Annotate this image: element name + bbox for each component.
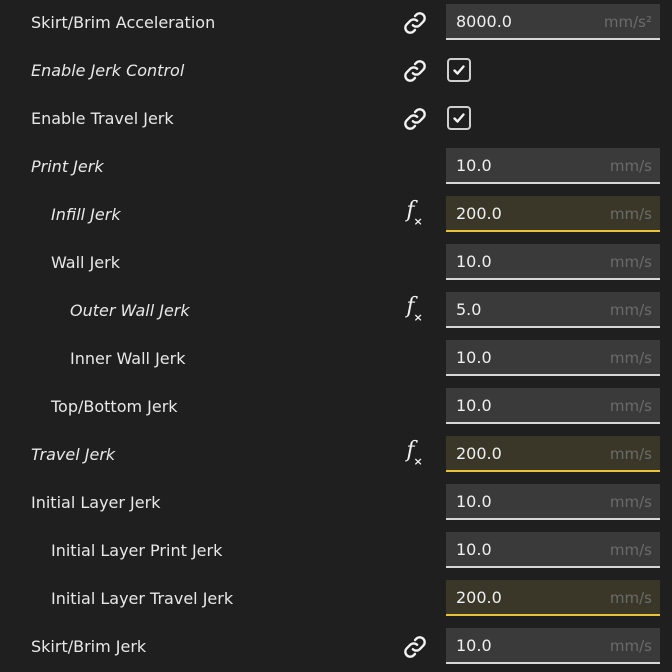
setting-row-skirt-brim-acceleration: Skirt/Brim Acceleration 8000.0 mm/s² [0,0,672,48]
setting-row-enable-travel-jerk: Enable Travel Jerk [0,96,672,144]
setting-unit: mm/s [609,493,652,511]
setting-value: 10.0 [456,156,492,175]
setting-label: Travel Jerk [31,445,116,464]
setting-label: Print Jerk [31,157,104,176]
setting-label: Initial Layer Jerk [31,493,161,512]
enable-jerk-control-checkbox[interactable] [447,58,471,82]
setting-value: 5.0 [456,300,482,319]
setting-unit: mm/s [609,157,652,175]
setting-input[interactable]: 200.0 mm/s [446,196,660,232]
setting-input[interactable]: 8000.0 mm/s² [446,4,660,40]
setting-unit: mm/s [609,589,652,607]
setting-row-enable-jerk-control: Enable Jerk Control [0,48,672,96]
setting-row-initial-layer-travel-jerk: Initial Layer Travel Jerk 200.0 mm/s [0,576,672,624]
setting-label: Wall Jerk [51,253,120,272]
setting-row-inner-wall-jerk: Inner Wall Jerk 10.0 mm/s [0,336,672,384]
setting-unit: mm/s [609,301,652,319]
setting-label: Outer Wall Jerk [70,301,190,320]
link-icon[interactable] [400,58,430,84]
setting-value: 200.0 [456,444,502,463]
setting-label: Initial Layer Print Jerk [51,541,223,560]
setting-input[interactable]: 5.0 mm/s [446,292,660,328]
setting-unit: mm/s [609,637,652,655]
setting-input[interactable]: 10.0 mm/s [446,148,660,184]
setting-value: 10.0 [456,636,492,655]
setting-input[interactable]: 10.0 mm/s [446,244,660,280]
setting-unit: mm/s [609,205,652,223]
setting-label: Enable Jerk Control [31,61,185,80]
setting-value: 200.0 [456,204,502,223]
setting-label: Initial Layer Travel Jerk [51,589,234,608]
link-icon[interactable] [400,10,430,36]
setting-label: Enable Travel Jerk [31,109,174,128]
setting-value: 10.0 [456,492,492,511]
setting-value: 200.0 [456,588,502,607]
setting-input[interactable]: 10.0 mm/s [446,484,660,520]
link-icon[interactable] [400,634,430,660]
setting-row-skirt-brim-jerk: Skirt/Brim Jerk 10.0 mm/s [0,624,672,672]
setting-input[interactable]: 10.0 mm/s [446,532,660,568]
setting-row-wall-jerk: Wall Jerk 10.0 mm/s [0,240,672,288]
setting-unit: mm/s [609,541,652,559]
setting-unit: mm/s [609,349,652,367]
enable-travel-jerk-checkbox[interactable] [447,106,471,130]
setting-label: Skirt/Brim Jerk [31,637,147,656]
setting-unit: mm/s [609,253,652,271]
setting-value: 8000.0 [456,12,512,31]
setting-value: 10.0 [456,540,492,559]
function-icon[interactable]: f× [400,295,430,324]
setting-unit: mm/s [609,397,652,415]
setting-label: Top/Bottom Jerk [51,397,178,416]
link-icon[interactable] [400,106,430,132]
setting-input[interactable]: 10.0 mm/s [446,628,660,664]
setting-row-travel-jerk: Travel Jerk f× 200.0 mm/s [0,432,672,480]
setting-value: 10.0 [456,396,492,415]
setting-label: Inner Wall Jerk [70,349,186,368]
checkmark-icon [453,113,465,123]
setting-unit: mm/s² [603,13,652,31]
checkmark-icon [453,65,465,75]
setting-row-infill-jerk: Infill Jerk f× 200.0 mm/s [0,192,672,240]
function-icon[interactable]: f× [400,199,430,228]
setting-input[interactable]: 200.0 mm/s [446,436,660,472]
setting-row-initial-layer-jerk: Initial Layer Jerk 10.0 mm/s [0,480,672,528]
setting-unit: mm/s [609,445,652,463]
function-icon[interactable]: f× [400,439,430,468]
setting-value: 10.0 [456,252,492,271]
setting-label: Skirt/Brim Acceleration [31,13,216,32]
setting-input[interactable]: 10.0 mm/s [446,388,660,424]
setting-row-outer-wall-jerk: Outer Wall Jerk f× 5.0 mm/s [0,288,672,336]
setting-label: Infill Jerk [51,205,121,224]
setting-input[interactable]: 200.0 mm/s [446,580,660,616]
setting-row-top-bottom-jerk: Top/Bottom Jerk 10.0 mm/s [0,384,672,432]
setting-row-print-jerk: Print Jerk 10.0 mm/s [0,144,672,192]
setting-value: 10.0 [456,348,492,367]
setting-row-initial-layer-print-jerk: Initial Layer Print Jerk 10.0 mm/s [0,528,672,576]
setting-input[interactable]: 10.0 mm/s [446,340,660,376]
